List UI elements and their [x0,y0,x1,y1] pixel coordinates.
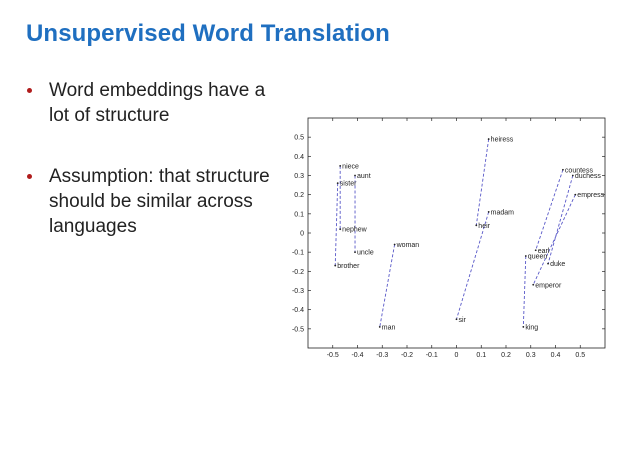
y-tick-label: 0.1 [294,211,304,218]
point-label: madam [491,209,515,216]
bullet-list: Word embeddings have a lot of structure … [24,78,274,275]
point-man [378,326,381,328]
point-queen [524,255,527,257]
y-tick-label: -0.1 [292,250,304,257]
bullet-dot-icon [27,174,32,179]
y-tick-label: -0.2 [292,269,304,276]
point-label: emperor [535,282,562,289]
point-earl [534,249,537,252]
x-tick-label: -0.3 [376,352,388,359]
point-label: brother [337,263,360,270]
point-brother [334,264,337,267]
y-tick-label: 0.2 [294,192,304,199]
point-nephew [339,228,342,231]
pair-line [334,183,339,266]
point-label: uncle [357,250,374,257]
point-sir [455,318,458,321]
x-tick-label: 0.4 [551,352,561,359]
bullet-text: Assumption: that structure should be sim… [49,166,270,237]
y-tick-label: 0.4 [294,154,304,161]
point-label: man [382,324,396,331]
point-heiress [487,138,490,140]
point-label: duchess [575,173,602,180]
pair-line [532,194,576,285]
x-tick-label: -0.2 [401,352,413,359]
y-tick-label: 0 [300,231,304,238]
point-label: sir [459,317,467,324]
embedding-chart: -0.5 -0.4 -0.3 -0.2 -0.1 0 0.1 0.2 0.3 0.4 0.5 -0.5… [280,112,610,362]
point-label: sister [340,181,357,188]
x-tick-label: -0.1 [426,352,438,359]
pair-line [522,255,527,327]
pair-line [547,175,574,264]
x-tick-label: 0.5 [575,352,585,359]
y-tick-label: 0.5 [294,135,304,142]
bullet-text: Word embeddings have a lot of structure [49,80,266,126]
slide-title: Unsupervised Word Translation [26,20,390,47]
y-tick-label: -0.5 [292,326,304,333]
x-tick-label: -0.4 [351,352,363,359]
pair-line [475,139,490,226]
point-label: nephew [342,227,367,234]
point-countess [562,168,564,171]
y-tick-label: -0.4 [292,307,304,314]
point-label: niece [342,163,359,170]
point-duke [547,262,549,265]
y-tick-label: 0.3 [294,173,304,180]
point-label: heir [478,223,490,230]
point-label: duke [550,261,565,268]
x-tick-label: 0 [455,352,459,359]
x-tick-label: -0.5 [327,352,339,359]
x-tick-label: 0.1 [476,352,486,359]
slide: Unsupervised Word Translation Word embed… [0,0,624,471]
pair-line [379,244,396,327]
point-madam [487,211,490,213]
point-label: king [525,324,538,331]
point-niece [339,165,342,167]
point-king [522,326,525,328]
point-woman [393,243,396,246]
point-label: empress [577,192,604,199]
point-label: queen [528,254,548,261]
bullet-item: Assumption: that structure should be sim… [24,164,274,239]
point-emperor [532,283,535,286]
pair-line [535,169,564,251]
point-label: aunt [357,173,371,180]
x-tick-label: 0.3 [526,352,536,359]
y-tick-label: -0.3 [292,288,304,295]
point-sister [336,182,339,185]
bullet-item: Word embeddings have a lot of structure [24,78,274,128]
point-duchess [571,174,574,177]
bullet-dot-icon [27,88,32,93]
point-uncle [354,251,356,254]
point-empress [574,193,577,196]
x-tick-label: 0.2 [501,352,511,359]
point-heir [475,224,478,227]
point-label: heiress [491,137,514,144]
point-label: woman [396,242,420,249]
embedding-plot: -0.5 -0.4 -0.3 -0.2 -0.1 0 0.1 0.2 0.3 0.4 0.5 -0.5… [292,117,606,359]
point-aunt [354,174,356,177]
